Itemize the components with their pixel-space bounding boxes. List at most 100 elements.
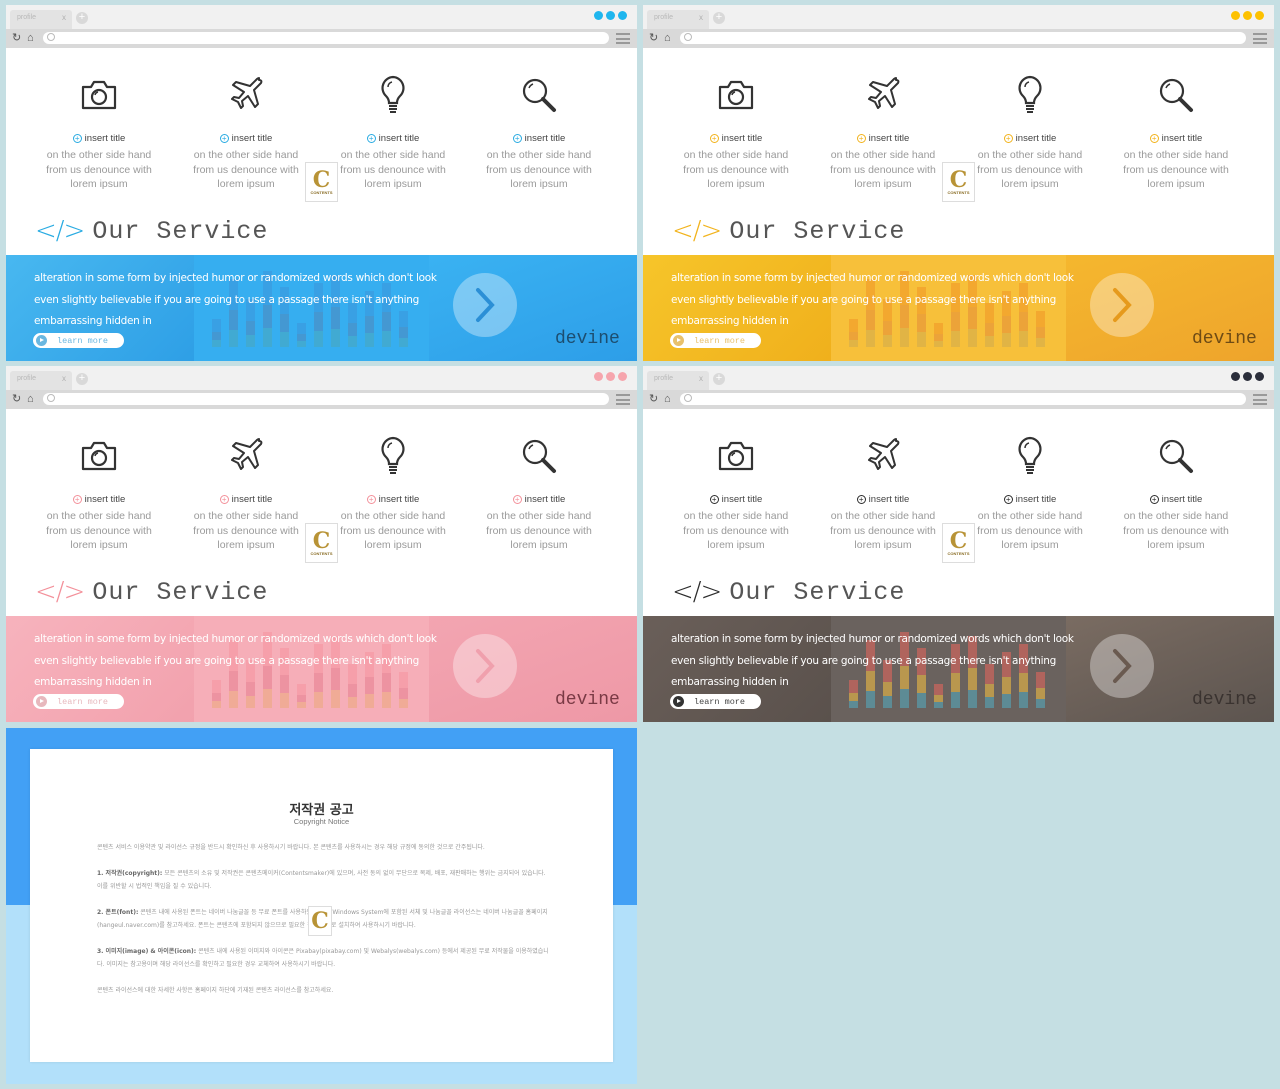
logo-text: CONTENTS — [310, 550, 333, 556]
lightbulb-icon — [960, 75, 1100, 115]
new-tab-button[interactable]: + — [76, 12, 88, 24]
learn-more-button[interactable]: learn more — [670, 333, 761, 348]
service-desc-line: from us denounce with — [977, 163, 1083, 176]
home-icon[interactable]: ⌂ — [27, 392, 34, 406]
chart-segment — [883, 335, 892, 347]
logo-text: CONTENTS — [947, 189, 970, 195]
service-title-row: + insert title — [469, 494, 609, 505]
chart-segment — [212, 340, 221, 347]
tab-label: profile — [654, 14, 674, 21]
window-dot[interactable] — [594, 11, 603, 20]
window-dot[interactable] — [606, 11, 615, 20]
chart-segment — [399, 699, 408, 708]
service-desc-line: on the other side hand — [1123, 510, 1229, 522]
address-bar[interactable] — [43, 32, 609, 44]
service-desc-line: lorem ipsum — [1001, 539, 1059, 551]
contents-logo: C CONTENTS — [942, 523, 975, 563]
new-tab-button[interactable]: + — [76, 373, 88, 385]
service-title-row: + insert title — [1106, 494, 1246, 505]
banner-line: alteration in some form by injected humo… — [671, 272, 1074, 284]
window-dot[interactable] — [1243, 11, 1252, 20]
airplane-icon — [813, 436, 953, 476]
window-dot[interactable] — [606, 372, 615, 381]
menu-icon[interactable] — [616, 394, 630, 405]
plus-circle-icon: + — [219, 495, 229, 504]
close-icon[interactable]: x — [62, 13, 66, 22]
chart-segment — [246, 696, 255, 708]
contents-logo: C — [308, 906, 332, 936]
banner-text: alteration in some form by injected humo… — [671, 629, 1074, 694]
next-button[interactable] — [453, 634, 517, 698]
window-dot[interactable] — [618, 372, 627, 381]
window-dot[interactable] — [1255, 372, 1264, 381]
address-bar[interactable] — [680, 393, 1246, 405]
learn-more-button[interactable]: learn more — [670, 694, 761, 709]
section-heading: </> Our Service — [672, 577, 905, 607]
service-description: on the other side hand from us denounce … — [176, 148, 316, 192]
search-icon — [47, 33, 55, 41]
browser-slide-blue: profile x + ↻ ⌂ + insert title on the ot… — [6, 5, 637, 361]
window-dot[interactable] — [1255, 11, 1264, 20]
home-icon[interactable]: ⌂ — [27, 31, 34, 45]
close-icon[interactable]: x — [699, 13, 703, 22]
learn-more-button[interactable]: learn more — [33, 333, 124, 348]
address-bar[interactable] — [43, 393, 609, 405]
copyright-title: 저작권 공고 — [289, 803, 354, 818]
window-dot[interactable] — [618, 11, 627, 20]
browser-tab[interactable]: profile x — [10, 10, 72, 29]
service-desc-line: from us denounce with — [830, 524, 936, 537]
reload-icon[interactable]: ↻ — [12, 31, 21, 45]
banner-line: alteration in some form by injected humo… — [34, 633, 437, 645]
code-icon: </> — [672, 216, 722, 246]
banner-text: alteration in some form by injected humo… — [671, 268, 1074, 333]
new-tab-button[interactable]: + — [713, 12, 725, 24]
next-button[interactable] — [1090, 634, 1154, 698]
chart-segment — [382, 331, 391, 347]
tab-label: profile — [654, 375, 674, 382]
service-desc-line: lorem ipsum — [854, 178, 912, 190]
address-bar[interactable] — [680, 32, 1246, 44]
menu-icon[interactable] — [1253, 33, 1267, 44]
logo-text: CONTENTS — [947, 550, 970, 556]
copyright-subtitle: Copyright Notice — [293, 817, 350, 826]
next-button[interactable] — [453, 273, 517, 337]
chart-segment — [229, 691, 238, 708]
browser-tab[interactable]: profile x — [647, 10, 709, 29]
chart-segment — [399, 338, 408, 347]
home-icon[interactable]: ⌂ — [664, 31, 671, 45]
service-title-row: + insert title — [176, 133, 316, 144]
next-button[interactable] — [1090, 273, 1154, 337]
new-tab-button[interactable]: + — [713, 373, 725, 385]
close-icon[interactable]: x — [699, 374, 703, 383]
chart-segment — [229, 330, 238, 347]
home-icon[interactable]: ⌂ — [664, 392, 671, 406]
plus-circle-icon: + — [512, 134, 522, 143]
tab-label: profile — [17, 14, 37, 21]
service-desc-line: from us denounce with — [193, 163, 299, 176]
service-title-row: + insert title — [469, 133, 609, 144]
brand-word: devine — [1192, 690, 1257, 710]
service-desc-line: on the other side hand — [340, 149, 446, 161]
chart-segment — [934, 694, 943, 702]
chart-segment — [1036, 338, 1045, 347]
reload-icon[interactable]: ↻ — [649, 31, 658, 45]
search-icon — [1106, 75, 1246, 115]
brand-word: devine — [555, 329, 620, 349]
service-item: + insert title on the other side hand fr… — [323, 75, 463, 192]
chevron-right-icon — [1113, 649, 1132, 683]
window-dot[interactable] — [594, 372, 603, 381]
close-icon[interactable]: x — [62, 374, 66, 383]
window-dot[interactable] — [1243, 372, 1252, 381]
window-dot[interactable] — [1231, 372, 1240, 381]
browser-tab[interactable]: profile x — [647, 371, 709, 390]
menu-icon[interactable] — [1253, 394, 1267, 405]
menu-icon[interactable] — [616, 33, 630, 44]
browser-tab[interactable]: profile x — [10, 371, 72, 390]
service-desc-line: lorem ipsum — [217, 178, 275, 190]
reload-icon[interactable]: ↻ — [649, 392, 658, 406]
reload-icon[interactable]: ↻ — [12, 392, 21, 406]
service-title-row: + insert title — [176, 494, 316, 505]
tab-label: profile — [17, 375, 37, 382]
window-dot[interactable] — [1231, 11, 1240, 20]
learn-more-button[interactable]: learn more — [33, 694, 124, 709]
